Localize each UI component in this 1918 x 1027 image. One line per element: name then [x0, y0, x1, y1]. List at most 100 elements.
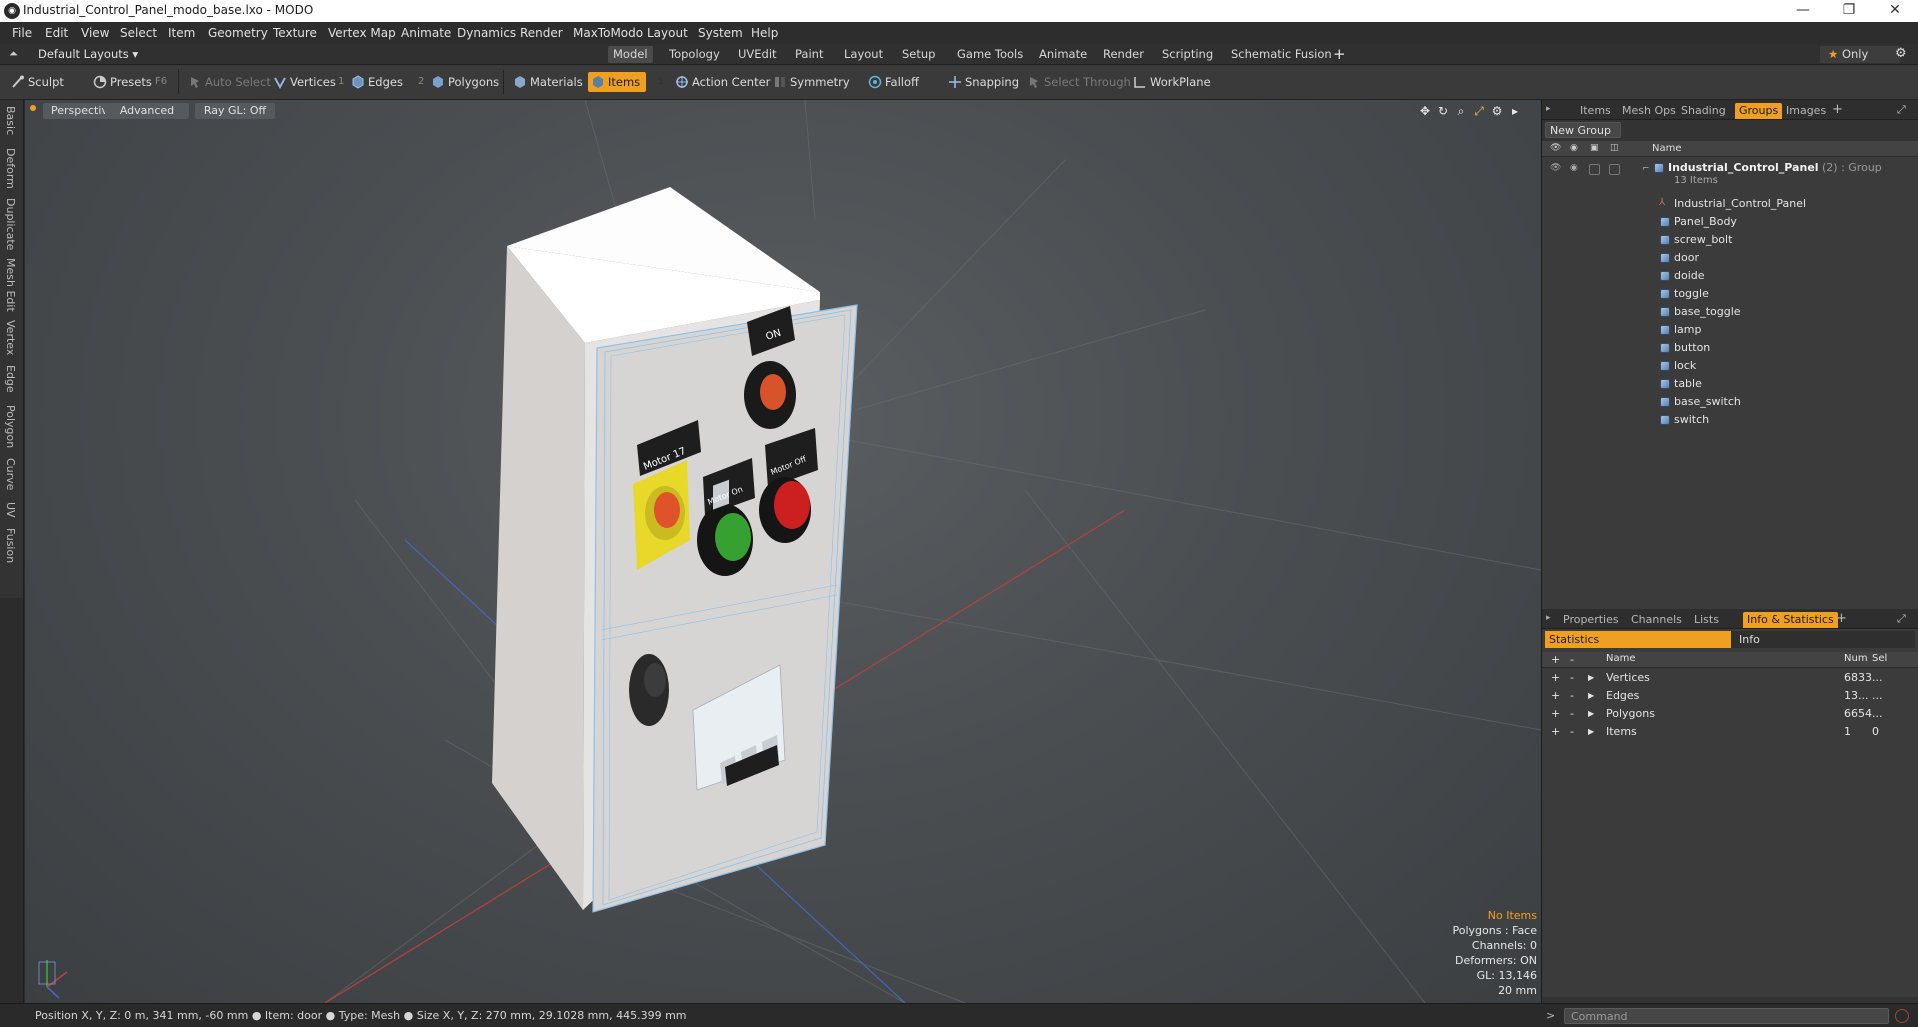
menu-view[interactable]: View: [81, 26, 109, 40]
expand-arrow-icon[interactable]: ▶: [1588, 727, 1594, 736]
add-tab-icon[interactable]: +: [1836, 611, 1847, 626]
edges-button[interactable]: Edges: [348, 72, 403, 92]
raygl-toggle[interactable]: Ray GL: Off: [195, 103, 275, 119]
visibility-eye-icon[interactable]: 👁: [1550, 163, 1561, 173]
panel-menu-icon[interactable]: ▸: [1546, 613, 1551, 623]
new-group-button[interactable]: New Group: [1545, 122, 1621, 138]
presets-button[interactable]: Presets: [90, 72, 152, 92]
layout-preset-dropdown[interactable]: Default Layouts ▾: [38, 47, 138, 61]
menu-vertex-map[interactable]: Vertex Map: [328, 26, 396, 40]
sculpt-button[interactable]: Sculpt: [8, 72, 64, 92]
add-tab-icon[interactable]: +: [1832, 102, 1843, 117]
minimize-icon[interactable]: —: [1780, 0, 1826, 22]
list-item[interactable]: button: [1542, 339, 1918, 357]
menu-texture[interactable]: Texture: [273, 26, 317, 40]
render-toggle-icon[interactable]: ◉: [1570, 163, 1578, 173]
minus-icon[interactable]: -: [1570, 725, 1574, 738]
fit-view-icon[interactable]: ⤢: [1472, 104, 1486, 118]
tab-paint[interactable]: Paint: [790, 46, 828, 63]
list-item[interactable]: doide: [1542, 267, 1918, 285]
select-through-button[interactable]: Select Through: [1024, 72, 1131, 92]
tab-topology[interactable]: Topology: [664, 46, 725, 63]
expand-arrow-icon[interactable]: ▶: [1588, 709, 1594, 718]
list-item[interactable]: door: [1542, 249, 1918, 267]
action-center-button[interactable]: Action Center: [672, 72, 770, 92]
command-record-icon[interactable]: [1895, 1009, 1909, 1023]
symmetry-button[interactable]: Symmetry: [770, 72, 850, 92]
select-toggle[interactable]: [1609, 164, 1620, 175]
tab-vertex[interactable]: Vertex: [4, 320, 17, 355]
panel-menu-icon[interactable]: ▸: [1546, 104, 1551, 114]
viewport-menu-dot[interactable]: [30, 105, 36, 111]
tab-shading[interactable]: Shading: [1677, 103, 1730, 119]
rotate-view-icon[interactable]: ↻: [1436, 104, 1450, 118]
list-item[interactable]: lock: [1542, 357, 1918, 375]
snapping-button[interactable]: Snapping: [945, 72, 1019, 92]
command-input[interactable]: Command: [1564, 1008, 1889, 1024]
subtab-statistics[interactable]: Statistics: [1545, 631, 1731, 648]
menu-select[interactable]: Select: [120, 26, 157, 40]
vertices-button[interactable]: Vertices: [270, 72, 336, 92]
tab-uvedit[interactable]: UVEdit: [733, 46, 782, 63]
menu-item[interactable]: Item: [168, 26, 195, 40]
tab-mesh-edit[interactable]: Mesh Edit: [4, 258, 17, 312]
zoom-view-icon[interactable]: ⌕: [1454, 104, 1468, 118]
list-item[interactable]: toggle: [1542, 285, 1918, 303]
table-row[interactable]: + - ▶ Vertices 6833...: [1542, 669, 1918, 687]
menu-geometry[interactable]: Geometry: [208, 26, 268, 40]
menu-dynamics[interactable]: Dynamics: [457, 26, 516, 40]
polygons-button[interactable]: Polygons: [428, 72, 499, 92]
tab-info-statistics[interactable]: Info & Statistics: [1743, 612, 1838, 628]
menu-render[interactable]: Render: [520, 26, 563, 40]
panel-expand-icon[interactable]: ⤢: [1897, 103, 1906, 117]
menu-system[interactable]: System: [698, 26, 743, 40]
menu-help[interactable]: Help: [751, 26, 778, 40]
tab-uv[interactable]: UV: [4, 502, 17, 518]
tab-mesh-ops[interactable]: Mesh Ops: [1618, 103, 1680, 119]
list-item[interactable]: switch: [1542, 411, 1918, 429]
subtab-info[interactable]: Info: [1739, 631, 1760, 648]
tab-schematic-fusion[interactable]: Schematic Fusion: [1226, 46, 1337, 63]
list-item[interactable]: lamp: [1542, 321, 1918, 339]
tab-fusion[interactable]: Fusion: [4, 528, 17, 563]
tab-setup[interactable]: Setup: [897, 46, 940, 63]
table-row[interactable]: + - ▶ Edges 13......: [1542, 687, 1918, 705]
tab-animate[interactable]: Animate: [1034, 46, 1092, 63]
lock-toggle[interactable]: [1589, 164, 1600, 175]
list-item[interactable]: screw_bolt: [1542, 231, 1918, 249]
plus-icon[interactable]: +: [1551, 689, 1560, 702]
tab-lists[interactable]: Lists: [1690, 612, 1723, 628]
tab-edge[interactable]: Edge: [4, 365, 17, 393]
panel-expand-icon[interactable]: ⤢: [1897, 612, 1906, 626]
tab-basic[interactable]: Basic: [4, 106, 17, 135]
tab-duplicate[interactable]: Duplicate: [4, 198, 17, 250]
list-item[interactable]: table: [1542, 375, 1918, 393]
tab-curve[interactable]: Curve: [4, 458, 17, 490]
plus-icon[interactable]: +: [1551, 671, 1560, 684]
advanced-dropdown[interactable]: Advanced: [105, 103, 189, 119]
tab-scripting[interactable]: Scripting: [1157, 46, 1218, 63]
tab-model[interactable]: Model: [608, 46, 653, 63]
menu-animate[interactable]: Animate: [401, 26, 451, 40]
only-toggle[interactable]: ★ Only: [1820, 46, 1900, 63]
auto-select-button[interactable]: Auto Select: [185, 72, 271, 92]
3d-viewport[interactable]: ON Motor 17 Motor On Motor Off No Items …: [25, 100, 1541, 1003]
menu-layout[interactable]: Layout: [647, 26, 688, 40]
minus-icon[interactable]: -: [1570, 689, 1574, 702]
group-row[interactable]: 👁 ◉ ⌐ Industrial_Control_Panel (2) : Gro…: [1542, 159, 1918, 189]
tab-items[interactable]: Items: [1576, 103, 1615, 119]
tab-render[interactable]: Render: [1098, 46, 1149, 63]
plus-icon[interactable]: +: [1551, 707, 1560, 720]
materials-button[interactable]: Materials: [510, 72, 583, 92]
menu-edit[interactable]: Edit: [45, 26, 68, 40]
add-tab-icon[interactable]: +: [1333, 45, 1346, 63]
expand-arrow-icon[interactable]: ▶: [1588, 673, 1594, 682]
viewport-settings-icon[interactable]: ⚙: [1490, 104, 1504, 118]
tab-properties[interactable]: Properties: [1559, 612, 1623, 628]
layout-arrow-icon[interactable]: ⏶: [9, 47, 18, 61]
viewport-expand-icon[interactable]: ▸: [1508, 104, 1522, 118]
plus-icon[interactable]: +: [1551, 725, 1560, 738]
collapse-all-icon[interactable]: -: [1570, 653, 1574, 666]
table-row[interactable]: + - ▶ Items 1 0: [1542, 723, 1918, 741]
gear-icon[interactable]: ⚙: [1895, 46, 1907, 61]
